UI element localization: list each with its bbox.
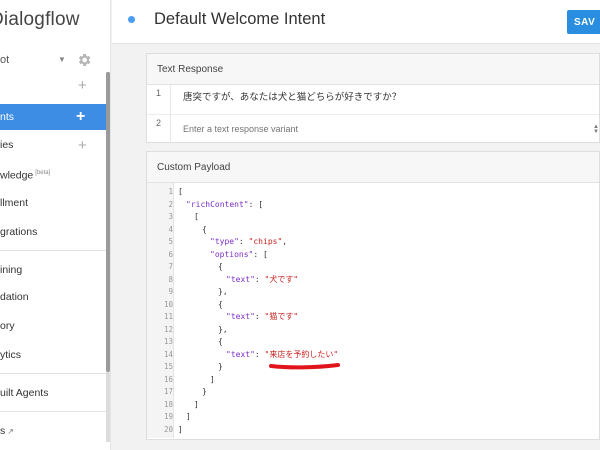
text-response-row[interactable]: 1 唐突ですが、あなたは犬と猫どちらが好きですか？ bbox=[147, 85, 599, 115]
code-line: ] bbox=[210, 374, 215, 384]
text-response-card: Text Response 1 唐突ですが、あなたは犬と猫どちらが好きですか？ … bbox=[146, 53, 600, 143]
sidebar-item-docs[interactable]: s ↗ bbox=[0, 419, 100, 443]
card-title: Text Response bbox=[147, 54, 599, 85]
sidebar-item-label: ining bbox=[0, 264, 23, 276]
sidebar-scrollbar-thumb[interactable] bbox=[106, 72, 110, 372]
code-line: [ bbox=[194, 212, 199, 221]
status-dot-icon bbox=[128, 16, 135, 23]
sidebar-item-label: ory bbox=[0, 320, 15, 332]
sidebar-divider bbox=[0, 411, 106, 412]
sidebar-item-intents[interactable]: nts + bbox=[0, 104, 106, 130]
add-intent-icon[interactable]: + bbox=[76, 104, 85, 130]
red-underline-annotation bbox=[269, 363, 340, 370]
line-number: 5 bbox=[168, 237, 173, 246]
beta-badge: [beta] bbox=[35, 170, 51, 176]
code-line: "type": "chips", bbox=[210, 237, 288, 246]
code-editor[interactable]: 1 2 3 4 5 6 7 8 9 10 11 12 13 14 15 16 1… bbox=[147, 183, 599, 438]
code-line: "richContent": [ bbox=[186, 199, 264, 209]
line-number: 10 bbox=[163, 299, 173, 309]
sidebar-item-fulfillment[interactable]: llment bbox=[0, 191, 100, 215]
sidebar-item-knowledge[interactable]: wledge [beta] bbox=[0, 161, 100, 185]
spinner-arrows-icon[interactable]: ▲ ▼ bbox=[593, 124, 599, 135]
text-response-input[interactable] bbox=[183, 124, 583, 134]
sidebar-item-prebuilt-agents[interactable]: uilt Agents bbox=[0, 381, 100, 405]
line-number: 20 bbox=[163, 424, 173, 434]
sidebar-divider bbox=[0, 373, 106, 374]
sidebar-item-integrations[interactable]: grations bbox=[0, 220, 100, 244]
line-number: 2 bbox=[168, 199, 173, 209]
line-number: 1 bbox=[168, 187, 173, 196]
line-number-gutter: 1 2 3 4 5 6 7 8 9 10 11 12 13 14 15 16 1… bbox=[147, 183, 174, 438]
line-number: 6 bbox=[168, 249, 173, 259]
sidebar-item-label: dation bbox=[0, 291, 29, 303]
code-line: { bbox=[218, 337, 223, 346]
line-number: 18 bbox=[163, 399, 173, 409]
code-line: { bbox=[202, 224, 207, 234]
line-number: 13 bbox=[163, 337, 173, 346]
text-response-value[interactable]: 唐突ですが、あなたは犬と猫どちらが好きですか？ bbox=[183, 89, 401, 103]
card-title: Custom Payload bbox=[147, 152, 599, 183]
save-button[interactable]: SAV bbox=[567, 10, 600, 34]
page-title: Default Welcome Intent bbox=[154, 10, 326, 28]
caret-down-icon: ▼ bbox=[58, 55, 66, 64]
code-line: ] bbox=[178, 424, 183, 434]
line-number: 8 bbox=[168, 274, 173, 284]
code-line: "text": "犬です" bbox=[226, 274, 299, 284]
code-line: [ bbox=[178, 187, 183, 196]
line-number: 11 bbox=[163, 312, 173, 321]
agent-name: ot bbox=[0, 54, 10, 66]
code-line: { bbox=[218, 262, 223, 271]
sidebar-item-training[interactable]: ining bbox=[0, 258, 100, 282]
sidebar-item-label: grations bbox=[0, 226, 38, 238]
row-number: 2 bbox=[147, 115, 171, 142]
line-number: 16 bbox=[163, 374, 173, 384]
line-number: 9 bbox=[168, 287, 173, 296]
code-line: }, bbox=[218, 287, 228, 296]
line-number: 7 bbox=[168, 262, 173, 271]
line-number: 4 bbox=[168, 224, 173, 234]
sidebar-item-label: s bbox=[0, 425, 6, 437]
dialogflow-logo: Dialogflow bbox=[0, 9, 80, 30]
sidebar-divider bbox=[0, 250, 106, 251]
custom-payload-card: Custom Payload 1 2 3 4 5 6 7 8 9 10 11 1… bbox=[146, 151, 600, 440]
code-line: "text": "猫です" bbox=[226, 312, 299, 321]
text-response-row[interactable]: 2 ▲▼ bbox=[147, 115, 599, 142]
sidebar-item-label: wledge bbox=[0, 169, 34, 182]
sidebar-item-label: nts bbox=[0, 111, 15, 123]
intent-header: Default Welcome Intent SAV bbox=[112, 0, 600, 44]
line-number: 3 bbox=[168, 212, 173, 221]
gear-icon[interactable] bbox=[76, 52, 92, 68]
line-number: 12 bbox=[163, 324, 173, 334]
code-line: ] bbox=[186, 412, 191, 421]
agent-selector[interactable]: ot ▼ bbox=[0, 52, 100, 70]
code-line: { bbox=[218, 299, 223, 309]
sidebar-item-label: ytics bbox=[0, 349, 21, 361]
sidebar-item-label: ies bbox=[0, 139, 14, 151]
sidebar-item-analytics[interactable]: ytics bbox=[0, 343, 100, 367]
sidebar: Dialogflow ot ▼ + nts + ies + wledge[bet… bbox=[0, 0, 111, 450]
code-line: } bbox=[218, 362, 223, 371]
code-line: ] bbox=[194, 399, 199, 409]
sidebar-item-validation[interactable]: dation bbox=[0, 285, 100, 309]
sidebar-item-history[interactable]: ory bbox=[0, 314, 100, 338]
sidebar-item-label: uilt Agents bbox=[0, 387, 49, 399]
add-entity-icon[interactable]: + bbox=[78, 138, 87, 153]
add-agent-icon[interactable]: + bbox=[78, 78, 87, 93]
line-number: 19 bbox=[163, 412, 173, 421]
row-number: 1 bbox=[147, 85, 171, 114]
code-line: "options": [ bbox=[210, 249, 268, 259]
sidebar-item-label: llment bbox=[0, 197, 29, 209]
line-number: 17 bbox=[163, 387, 173, 396]
line-number: 14 bbox=[163, 349, 173, 359]
line-number: 15 bbox=[163, 362, 173, 371]
code-line: }, bbox=[218, 324, 228, 334]
code-line: } bbox=[202, 387, 207, 396]
external-link-icon: ↗ bbox=[7, 427, 14, 436]
